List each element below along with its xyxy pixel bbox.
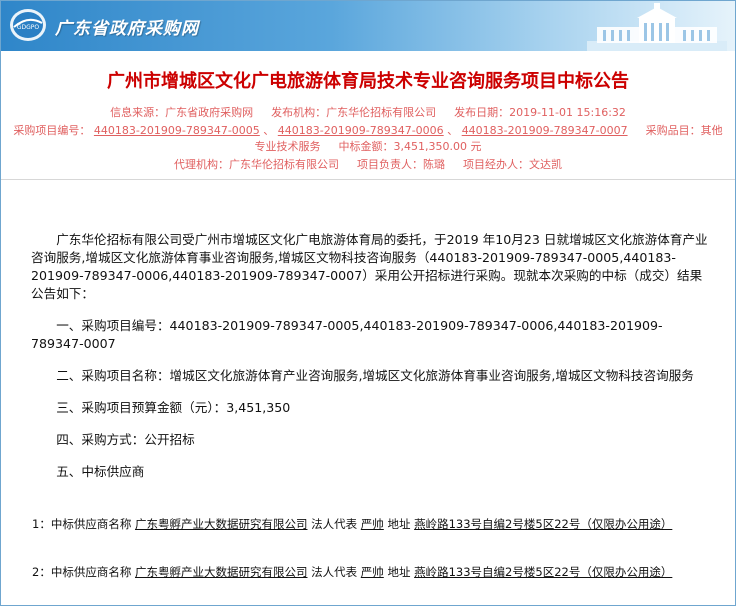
manager-label: 项目经办人： (463, 158, 529, 171)
category-label: 采购品目： (645, 124, 701, 137)
item-method: 四、采购方式：公开招标 (56, 432, 195, 447)
page-title: 广州市增城区文化广电旅游体育局技术专业咨询服务项目中标公告 (107, 71, 629, 92)
category-value-part2: 专业技术服务 (254, 140, 321, 153)
agent-label: 代理机构： (174, 158, 229, 171)
announcement-body: 广东华伦招标有限公司受广州市增城区文化广电旅游体育局的委托，于2019 年10月… (31, 231, 711, 481)
meta-line-3: 专业技术服务 中标金额：3,451,350.00 元 (1, 139, 735, 155)
supplier-name: 广东粤孵产业大数据研究有限公司 (134, 517, 308, 531)
agent-value: 广东华伦招标有限公司 (229, 158, 339, 171)
project-no-label: 采购项目编号： (13, 124, 91, 137)
source-value: 广东省政府采购网 (165, 106, 254, 119)
svg-text:GDGPO: GDGPO (17, 24, 40, 31)
legal-value: 严帅 (360, 565, 384, 579)
item-project-name: 二、采购项目名称：增城区文化旅游体育产业咨询服务,增城区文化旅游体育事业咨询服务… (56, 368, 694, 383)
project-no-link[interactable]: 440183-201909-789347-0007 (462, 124, 628, 137)
building-icon (587, 3, 727, 51)
legal-label: 法人代表 (311, 565, 358, 579)
project-no-link[interactable]: 440183-201909-789347-0005 (94, 124, 260, 137)
meta-line-4: 代理机构：广东华伦招标有限公司 项目负责人：陈璐 项目经办人：文达凯 (1, 157, 735, 173)
site-logo-icon[interactable]: GDGPO (8, 7, 48, 43)
amount-value: 3,451,350.00 元 (393, 140, 482, 153)
publisher-value: 广东华伦招标有限公司 (326, 106, 437, 119)
project-no-link[interactable]: 440183-201909-789347-0006 (278, 124, 444, 137)
meta-line-2: 采购项目编号： 440183-201909-789347-0005 、 4401… (13, 124, 723, 137)
legal-value: 严帅 (360, 517, 384, 531)
address-value: 燕岭路133号自编2号楼5区22号（仅限办公用途） (414, 517, 673, 531)
supplier-entry: 1：中标供应商名称 广东粤孵产业大数据研究有限公司 法人代表 严帅 地址 燕岭路… (32, 516, 712, 533)
category-value-part1: 其他 (700, 124, 723, 137)
item-winners-heading: 五、中标供应商 (56, 464, 145, 479)
address-value: 燕岭路133号自编2号楼5区22号（仅限办公用途） (414, 565, 673, 579)
intro-paragraph: 广东华伦招标有限公司受广州市增城区文化广电旅游体育局的委托，于2019 年10月… (31, 232, 708, 301)
legal-label: 法人代表 (311, 517, 358, 531)
address-label: 地址 (387, 565, 411, 579)
address-label: 地址 (387, 517, 411, 531)
source-label: 信息来源： (110, 106, 166, 119)
item-budget: 三、采购项目预算金额（元）：3,451,350 (56, 400, 291, 415)
site-header: GDGPO 广东省政府采购网 (1, 1, 735, 51)
supplier-prefix: 1：中标供应商名称 (32, 517, 132, 531)
meta-line-1: 信息来源：广东省政府采购网 发布机构：广东华伦招标有限公司 发布日期：2019-11… (1, 105, 735, 121)
item-project-no: 一、采购项目编号：440183-201909-789347-0005,44018… (31, 318, 663, 351)
page-frame: GDGPO 广东省政府采购网 广州市增城区文化广电旅游体育局技术专业咨询服务项目… (0, 0, 736, 606)
supplier-prefix: 2：中标供应商名称 (32, 565, 132, 579)
site-brand[interactable]: 广东省政府采购网 (55, 14, 199, 39)
date-label: 发布日期： (454, 106, 510, 119)
date-value: 2019-11-01 15:16:32 (509, 106, 626, 119)
publisher-label: 发布机构： (271, 106, 327, 119)
supplier-name: 广东粤孵产业大数据研究有限公司 (134, 565, 308, 579)
leader-value: 陈璐 (423, 158, 445, 171)
supplier-entry: 2：中标供应商名称 广东粤孵产业大数据研究有限公司 法人代表 严帅 地址 燕岭路… (32, 564, 712, 581)
manager-value: 文达凯 (529, 158, 562, 171)
divider (1, 179, 735, 180)
amount-label: 中标金额： (338, 140, 394, 153)
leader-label: 项目负责人： (357, 158, 423, 171)
